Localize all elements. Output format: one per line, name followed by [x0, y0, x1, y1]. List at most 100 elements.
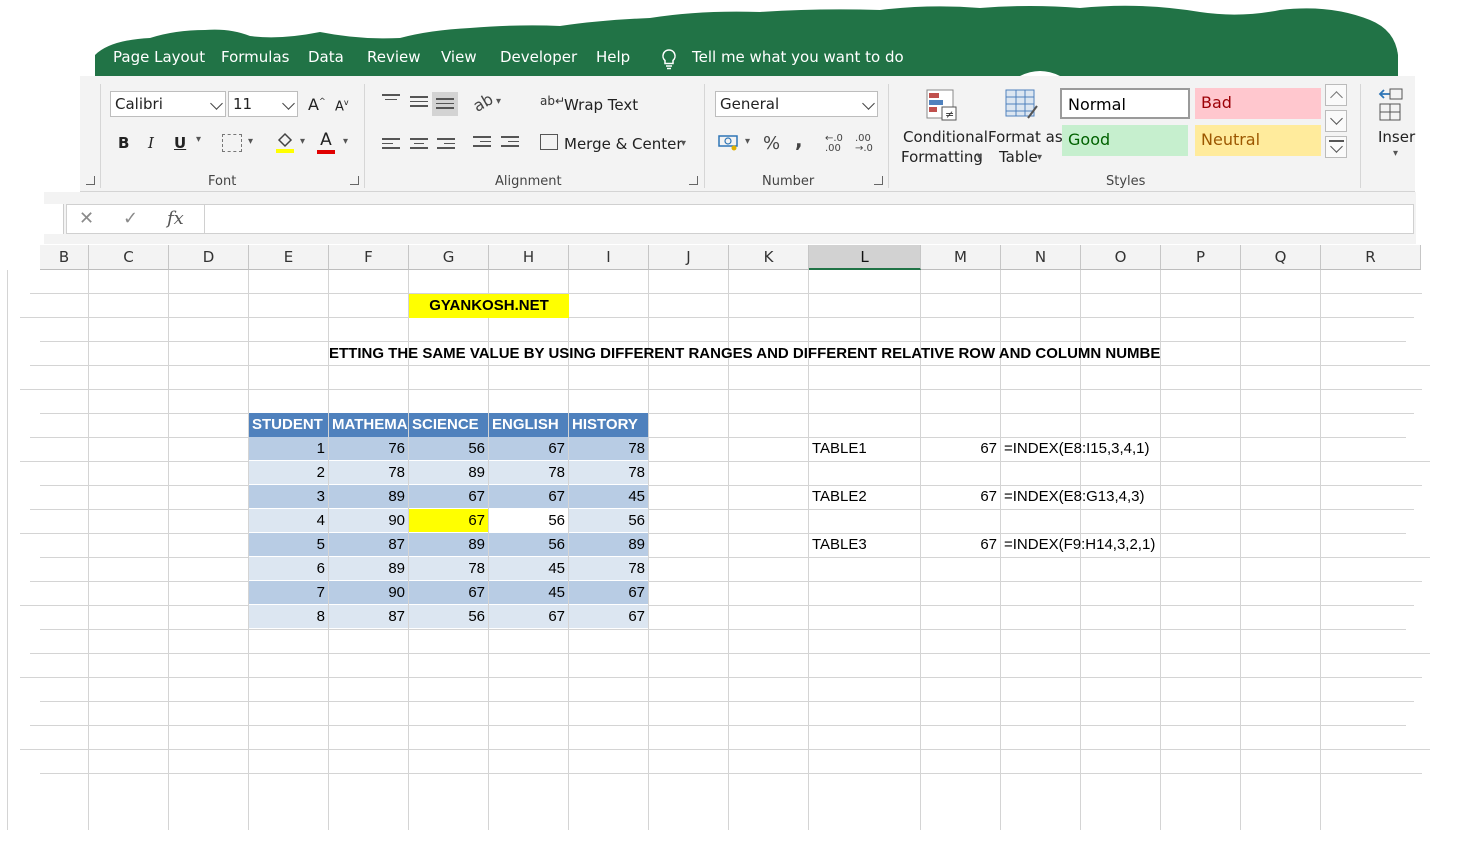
gallery-scroll-down[interactable] [1325, 110, 1347, 132]
sheet-title[interactable]: ETTING THE SAME VALUE BY USING DIFFERENT… [329, 342, 1161, 366]
column-header-l[interactable]: L [809, 245, 921, 270]
increase-indent-icon[interactable] [501, 136, 519, 150]
table-header-cell[interactable]: STUDENT [249, 413, 328, 437]
merge-center-icon[interactable] [540, 134, 558, 150]
align-left-icon[interactable] [382, 138, 400, 152]
decrease-indent-icon[interactable] [473, 136, 491, 150]
column-header-f[interactable]: F [329, 245, 409, 270]
result-label[interactable]: TABLE3 [812, 533, 922, 557]
table-cell[interactable]: 67 [409, 509, 488, 532]
table-cell[interactable]: 7 [249, 581, 328, 604]
formula-input[interactable] [204, 204, 1414, 234]
chevron-down-icon[interactable]: ▾ [343, 136, 348, 147]
result-value[interactable]: 67 [921, 485, 1000, 509]
conditional-formatting-icon[interactable]: ≠ [925, 88, 959, 122]
conditional-formatting-label-1[interactable]: Conditional [903, 128, 988, 146]
table-cell[interactable]: 89 [569, 533, 648, 556]
chevron-down-icon[interactable]: ▾ [681, 138, 686, 149]
result-formula[interactable]: =INDEX(E8:I15,3,4,1) [1004, 437, 1204, 461]
column-header-r[interactable]: R [1321, 245, 1421, 270]
table-cell[interactable]: 1 [249, 437, 328, 460]
currency-icon[interactable] [718, 133, 740, 151]
column-header-m[interactable]: M [921, 245, 1001, 270]
format-as-table-icon[interactable] [1004, 88, 1040, 122]
table-header-cell[interactable]: SCIENCE [409, 413, 488, 437]
alignment-dialog-launcher[interactable] [689, 176, 698, 185]
underline-button[interactable]: U [174, 134, 186, 152]
style-neutral[interactable]: Neutral [1195, 125, 1321, 156]
align-top-icon[interactable] [382, 94, 400, 108]
font-dialog-launcher[interactable] [350, 176, 359, 185]
tab-formulas[interactable]: Formulas [221, 48, 289, 66]
table-cell[interactable]: 67 [409, 485, 488, 508]
column-header-b[interactable]: B [40, 245, 89, 270]
chevron-down-icon[interactable] [210, 97, 223, 110]
result-formula[interactable]: =INDEX(F9:H14,3,2,1) [1004, 533, 1204, 557]
format-as-table-label-1[interactable]: Format as [988, 128, 1063, 146]
column-header-c[interactable]: C [89, 245, 169, 270]
table-cell[interactable]: 56 [409, 437, 488, 460]
result-formula[interactable]: =INDEX(E8:G13,4,3) [1004, 485, 1204, 509]
table-cell[interactable]: 5 [249, 533, 328, 556]
table-cell[interactable]: 45 [569, 485, 648, 508]
orientation-icon[interactable]: ab [470, 89, 497, 115]
table-cell[interactable]: 89 [329, 557, 408, 580]
align-middle-icon[interactable] [410, 96, 428, 110]
result-value[interactable]: 67 [921, 533, 1000, 557]
column-header-p[interactable]: P [1161, 245, 1241, 270]
gallery-scroll-up[interactable] [1325, 84, 1347, 106]
shrink-font-button[interactable]: Av [335, 98, 349, 114]
chevron-down-icon[interactable]: ▾ [300, 136, 305, 147]
result-value[interactable]: 67 [921, 437, 1000, 461]
tab-help[interactable]: Help [596, 48, 630, 66]
table-cell[interactable]: 67 [409, 581, 488, 604]
name-box[interactable] [44, 204, 64, 234]
comma-button[interactable]: , [795, 128, 803, 152]
insert-button-label[interactable]: Inser [1378, 128, 1415, 146]
chevron-down-icon[interactable]: ▾ [745, 136, 750, 147]
enter-icon[interactable]: ✓ [123, 208, 138, 229]
merge-center-button[interactable]: Merge & Center [564, 135, 683, 153]
table-cell[interactable]: 56 [489, 533, 568, 556]
tab-page-layout[interactable]: Page Layout [113, 48, 205, 66]
style-normal[interactable]: Normal [1060, 88, 1190, 119]
format-as-table-label-2[interactable]: Table [999, 148, 1038, 166]
percent-button[interactable]: % [763, 133, 780, 154]
align-center-icon[interactable] [410, 138, 428, 152]
font-size-combo[interactable]: 11 [228, 91, 298, 117]
column-header-k[interactable]: K [729, 245, 809, 270]
conditional-formatting-label-2[interactable]: Formatting [901, 148, 983, 166]
table-cell[interactable]: 8 [249, 605, 328, 628]
table-cell[interactable]: 56 [569, 509, 648, 532]
tab-view[interactable]: View [441, 48, 477, 66]
table-cell[interactable]: 87 [329, 533, 408, 556]
table-cell[interactable]: 78 [329, 461, 408, 484]
column-header-o[interactable]: O [1081, 245, 1161, 270]
gallery-more[interactable] [1325, 136, 1347, 158]
table-cell[interactable]: 67 [489, 485, 568, 508]
tab-review[interactable]: Review [367, 48, 421, 66]
table-header-cell[interactable]: MATHEMA [329, 413, 408, 437]
column-header-q[interactable]: Q [1241, 245, 1321, 270]
table-header-cell[interactable]: ENGLISH [489, 413, 568, 437]
chevron-down-icon[interactable] [282, 97, 295, 110]
table-cell[interactable]: 4 [249, 509, 328, 532]
font-color-button[interactable]: A [316, 130, 336, 156]
table-cell[interactable]: 67 [569, 581, 648, 604]
italic-button[interactable]: I [148, 134, 154, 152]
worksheet-grid[interactable]: GYANKOSH.NET ETTING THE SAME VALUE BY US… [0, 270, 1463, 856]
table-cell[interactable]: 89 [329, 485, 408, 508]
chevron-down-icon[interactable]: ▾ [196, 134, 201, 145]
bold-button[interactable]: B [118, 134, 129, 152]
column-header-e[interactable]: E [249, 245, 329, 270]
wrap-text-button[interactable]: Wrap Text [564, 96, 638, 114]
table-cell[interactable]: 45 [489, 581, 568, 604]
increase-decimal-button[interactable]: ←.0 .00 [825, 134, 851, 154]
column-header-i[interactable]: I [569, 245, 649, 270]
fill-color-icon[interactable] [275, 130, 295, 154]
number-dialog-launcher[interactable] [874, 176, 883, 185]
column-header-h[interactable]: H [489, 245, 569, 270]
table-cell[interactable]: 76 [329, 437, 408, 460]
style-bad[interactable]: Bad [1195, 88, 1321, 119]
cancel-icon[interactable]: ✕ [79, 208, 94, 229]
